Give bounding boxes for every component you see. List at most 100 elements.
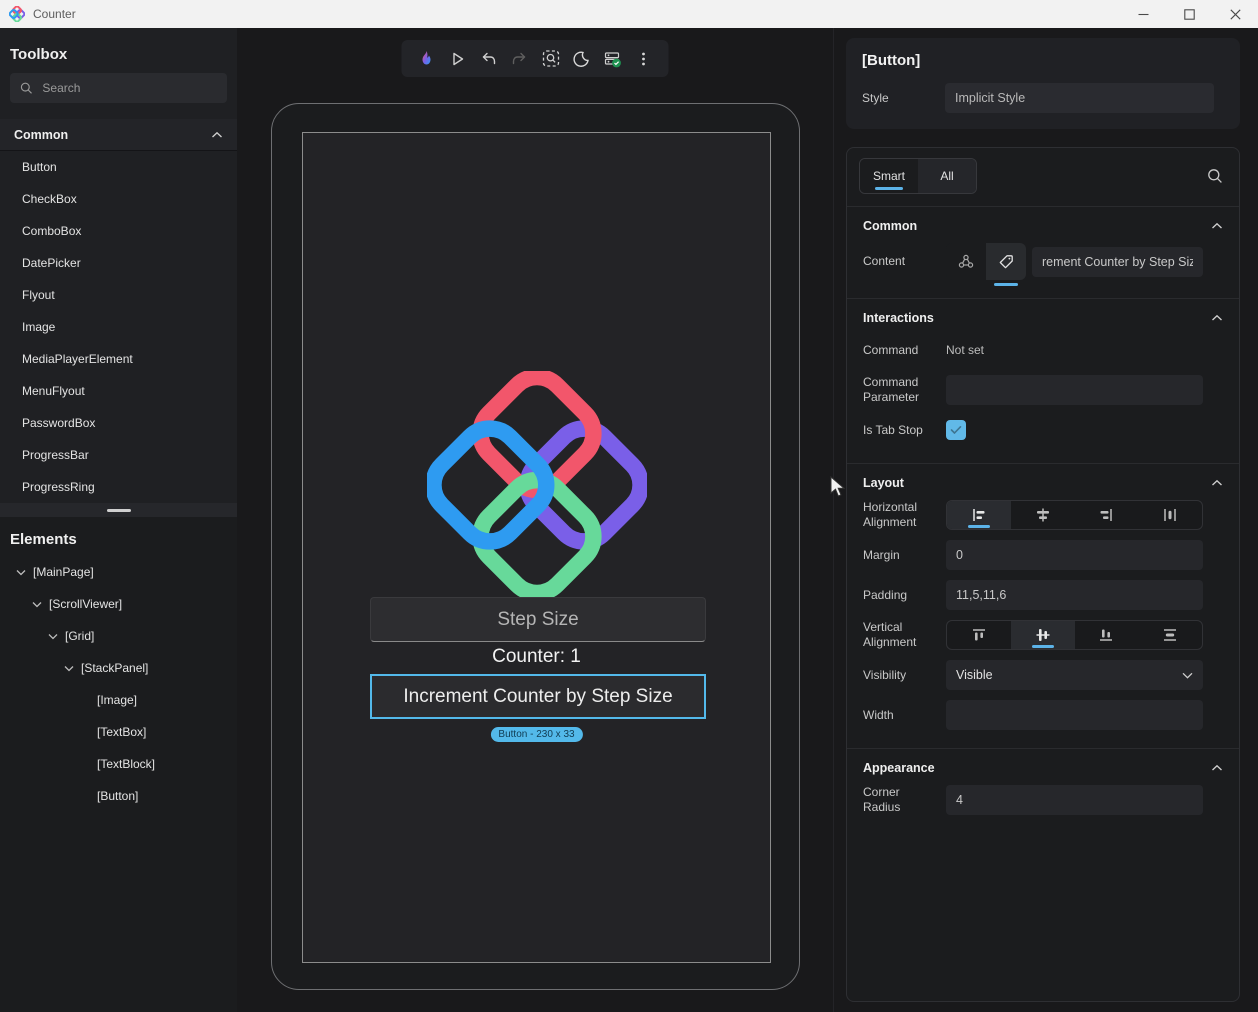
tree-item-label: [StackPanel]	[81, 661, 149, 675]
vertical-alignment-label: Vertical Alignment	[863, 620, 917, 649]
align-left-icon[interactable]	[947, 501, 1011, 529]
increment-button[interactable]: Increment Counter by Step Size	[370, 674, 706, 719]
is-tab-stop-checkbox[interactable]	[946, 420, 966, 440]
toolbox-title: Toolbox	[10, 46, 68, 63]
visibility-value: Visible	[956, 668, 993, 682]
width-label: Width	[863, 707, 894, 722]
maximize-button[interactable]	[1166, 0, 1212, 28]
toolbox-item-image[interactable]: Image	[0, 311, 237, 343]
toolbox-item-checkbox[interactable]: CheckBox	[0, 183, 237, 215]
chevron-down-icon[interactable]	[46, 633, 60, 640]
align-center-horizontal-icon[interactable]	[1011, 501, 1075, 529]
panel-splitter[interactable]	[0, 503, 237, 517]
dark-theme-moon-icon[interactable]	[570, 47, 594, 71]
section-common-header[interactable]: Common	[847, 207, 1239, 243]
section-title: Layout	[863, 476, 904, 490]
chevron-up-icon	[1212, 222, 1222, 229]
chevron-down-icon[interactable]	[62, 665, 76, 672]
width-input[interactable]	[946, 700, 1203, 730]
tag-icon[interactable]	[986, 243, 1026, 286]
step-size-textbox[interactable]: Step Size	[370, 597, 706, 642]
toolbox-group-label: Common	[14, 127, 69, 142]
command-value[interactable]: Not set	[946, 343, 984, 357]
tree-item-label: [Grid]	[65, 629, 95, 643]
section-common: Common Content	[847, 207, 1239, 299]
tree-item-textblock[interactable]: [TextBlock]	[0, 748, 237, 780]
visibility-label: Visibility	[863, 667, 907, 682]
content-input[interactable]	[1032, 246, 1203, 277]
style-input[interactable]	[945, 83, 1214, 113]
command-parameter-label: Command Parameter	[863, 375, 920, 404]
align-bottom-icon[interactable]	[1075, 621, 1139, 649]
splitter-handle-icon	[106, 508, 131, 512]
command-parameter-input[interactable]	[946, 375, 1203, 405]
tree-item-image[interactable]: [Image]	[0, 684, 237, 716]
section-appearance: Appearance Corner Radius	[847, 749, 1239, 833]
tab-all[interactable]: All	[918, 159, 976, 193]
toolbox-item-menuflyout[interactable]: MenuFlyout	[0, 375, 237, 407]
play-icon[interactable]	[446, 47, 470, 71]
undo-icon[interactable]	[477, 47, 501, 71]
search-input[interactable]	[42, 81, 217, 95]
tree-item-grid[interactable]: [Grid]	[0, 620, 237, 652]
section-appearance-header[interactable]: Appearance	[847, 749, 1239, 785]
app-logo-image[interactable]	[426, 371, 647, 599]
toolbox-item-button[interactable]: Button	[0, 151, 237, 183]
chevron-down-icon[interactable]	[30, 601, 44, 608]
close-button[interactable]	[1212, 0, 1258, 28]
corner-radius-input[interactable]	[946, 785, 1203, 815]
toolbox-item-datepicker[interactable]: DatePicker	[0, 247, 237, 279]
binding-icon[interactable]	[946, 243, 986, 280]
toolbox-item-combobox[interactable]: ComboBox	[0, 215, 237, 247]
hot-reload-flame-icon[interactable]	[415, 47, 439, 71]
padding-input[interactable]	[946, 580, 1203, 610]
align-right-icon[interactable]	[1075, 501, 1139, 529]
devserver-status-icon[interactable]	[601, 47, 625, 71]
seg-selected-indicator	[967, 525, 990, 528]
tree-item-scrollviewer[interactable]: [ScrollViewer]	[0, 588, 237, 620]
margin-input[interactable]	[946, 540, 1203, 570]
properties-search-icon[interactable]	[1207, 168, 1223, 184]
content-label: Content	[863, 254, 906, 268]
section-interactions-header[interactable]: Interactions	[847, 299, 1239, 335]
tree-item-textbox[interactable]: [TextBox]	[0, 716, 237, 748]
align-center-vertical-icon[interactable]	[1010, 621, 1075, 649]
device-screen[interactable]: Step Size Counter: 1 Increment Counter b…	[302, 132, 771, 963]
zoom-selection-icon[interactable]	[539, 47, 563, 71]
selection-size-badge: Button - 230 x 33	[490, 727, 583, 742]
properties-panel: [Button] Style Smart All	[833, 28, 1258, 1012]
section-layout-header[interactable]: Layout	[847, 464, 1239, 500]
left-sidebar: Toolbox Common Button CheckBox ComboBox …	[0, 28, 237, 1012]
device-frame: Step Size Counter: 1 Increment Counter b…	[271, 103, 800, 990]
tab-smart[interactable]: Smart	[860, 159, 918, 193]
stretch-horizontal-icon[interactable]	[1138, 501, 1202, 529]
toolbox-item-passwordbox[interactable]: PasswordBox	[0, 407, 237, 439]
toolbox-item-mediaplayerelement[interactable]: MediaPlayerElement	[0, 343, 237, 375]
stretch-vertical-icon[interactable]	[1138, 621, 1202, 649]
chevron-down-icon[interactable]	[14, 569, 28, 576]
tree-item-label: [MainPage]	[33, 565, 94, 579]
toolbox-item-progressring[interactable]: ProgressRing	[0, 471, 237, 503]
toolbox-group-common[interactable]: Common	[0, 119, 237, 151]
more-options-icon[interactable]	[632, 47, 656, 71]
section-title: Interactions	[863, 311, 934, 325]
tree-item-label: [TextBlock]	[97, 757, 156, 771]
tree-item-label: [ScrollViewer]	[49, 597, 123, 611]
horizontal-alignment-control	[946, 500, 1203, 530]
horizontal-alignment-label: Horizontal Alignment	[863, 500, 918, 529]
toolbox-search[interactable]	[10, 73, 227, 103]
redo-icon[interactable]	[508, 47, 532, 71]
tree-item-button[interactable]: [Button]	[0, 780, 237, 812]
toolbox-item-flyout[interactable]: Flyout	[0, 279, 237, 311]
minimize-button[interactable]	[1120, 0, 1166, 28]
tab-selected-indicator	[875, 187, 903, 190]
command-label: Command	[863, 342, 919, 357]
toolbox-item-progressbar[interactable]: ProgressBar	[0, 439, 237, 471]
tree-item-label: [Image]	[97, 693, 138, 707]
tree-item-mainpage[interactable]: [MainPage]	[0, 556, 237, 588]
visibility-dropdown[interactable]: Visible	[946, 660, 1203, 690]
elements-panel: Elements [MainPage] [ScrollViewer] [Grid…	[0, 517, 237, 1012]
align-top-icon[interactable]	[947, 621, 1011, 649]
tree-item-stackpanel[interactable]: [StackPanel]	[0, 652, 237, 684]
is-tab-stop-label: Is Tab Stop	[863, 422, 923, 437]
